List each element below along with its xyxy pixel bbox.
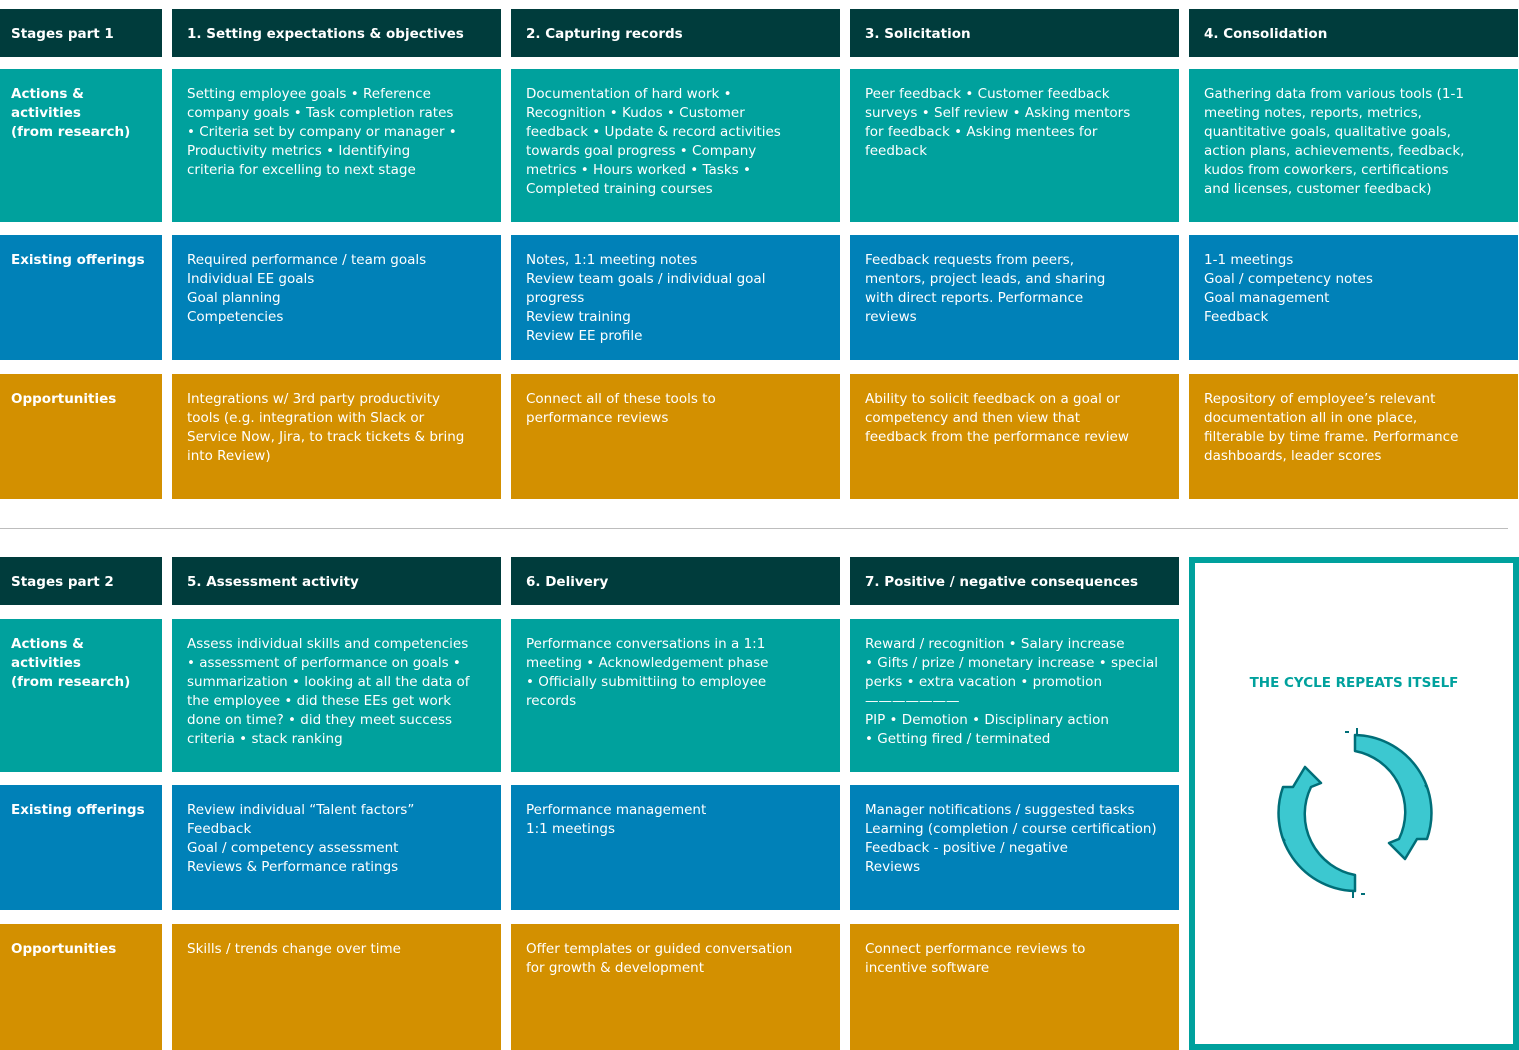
stage-actions-cell: Peer feedback • Customer feedback survey…	[850, 69, 1179, 222]
stage-header: 4. Consolidation	[1189, 9, 1518, 57]
stage-actions-cell: Reward / recognition • Salary increase •…	[850, 619, 1179, 772]
stage-opportunities-cell: Integrations w/ 3rd party productivity t…	[172, 374, 501, 499]
row-label-stages: Stages part 2	[0, 557, 162, 605]
stage-opportunities-cell: Skills / trends change over time	[172, 924, 501, 1050]
stage-header: 7. Positive / negative consequences	[850, 557, 1179, 605]
row-label-opportunities: Opportunities	[0, 374, 162, 499]
stage-existing-offerings-cell: Feedback requests from peers, mentors, p…	[850, 235, 1179, 360]
row-label-opportunities: Opportunities	[0, 924, 162, 1050]
stage-existing-offerings-cell: Manager notifications / suggested tasks …	[850, 785, 1179, 910]
cycle-panel: THE CYCLE REPEATS ITSELF	[1189, 557, 1519, 1050]
stage-opportunities-cell: Ability to solicit feedback on a goal or…	[850, 374, 1179, 499]
stage-existing-offerings-cell: Required performance / team goals Indivi…	[172, 235, 501, 360]
cycle-title: THE CYCLE REPEATS ITSELF	[1249, 675, 1459, 691]
stage-actions-cell: Assess individual skills and competencie…	[172, 619, 501, 772]
stage-actions-cell: Performance conversations in a 1:1 meeti…	[511, 619, 840, 772]
section-divider	[0, 528, 1508, 529]
stage-actions-cell: Documentation of hard work • Recognition…	[511, 69, 840, 222]
stage-header: 6. Delivery	[511, 557, 840, 605]
stage-header: 2. Capturing records	[511, 9, 840, 57]
stage-header: 5. Assessment activity	[172, 557, 501, 605]
row-label-stages: Stages part 1	[0, 9, 162, 57]
row-label-existing-offerings: Existing offerings	[0, 235, 162, 360]
stage-actions-cell: Gathering data from various tools (1-1 m…	[1189, 69, 1518, 222]
row-label-existing-offerings: Existing offerings	[0, 785, 162, 910]
stage-existing-offerings-cell: Performance management 1:1 meetings	[511, 785, 840, 910]
stage-existing-offerings-cell: 1-1 meetings Goal / competency notes Goa…	[1189, 235, 1518, 360]
cycle-arrows-icon	[1265, 723, 1445, 907]
stage-existing-offerings-cell: Notes, 1:1 meeting notes Review team goa…	[511, 235, 840, 360]
stage-opportunities-cell: Connect all of these tools to performanc…	[511, 374, 840, 499]
stage-header: 3. Solicitation	[850, 9, 1179, 57]
stage-existing-offerings-cell: Review individual “Talent factors” Feedb…	[172, 785, 501, 910]
stage-opportunities-cell: Connect performance reviews to incentive…	[850, 924, 1179, 1050]
stage-header: 1. Setting expectations & objectives	[172, 9, 501, 57]
row-label-actions: Actions & activities (from research)	[0, 619, 162, 772]
stage-opportunities-cell: Repository of employee’s relevant docume…	[1189, 374, 1518, 499]
stage-actions-cell: Setting employee goals • Reference compa…	[172, 69, 501, 222]
row-label-actions: Actions & activities (from research)	[0, 69, 162, 222]
stage-opportunities-cell: Offer templates or guided conversation f…	[511, 924, 840, 1050]
